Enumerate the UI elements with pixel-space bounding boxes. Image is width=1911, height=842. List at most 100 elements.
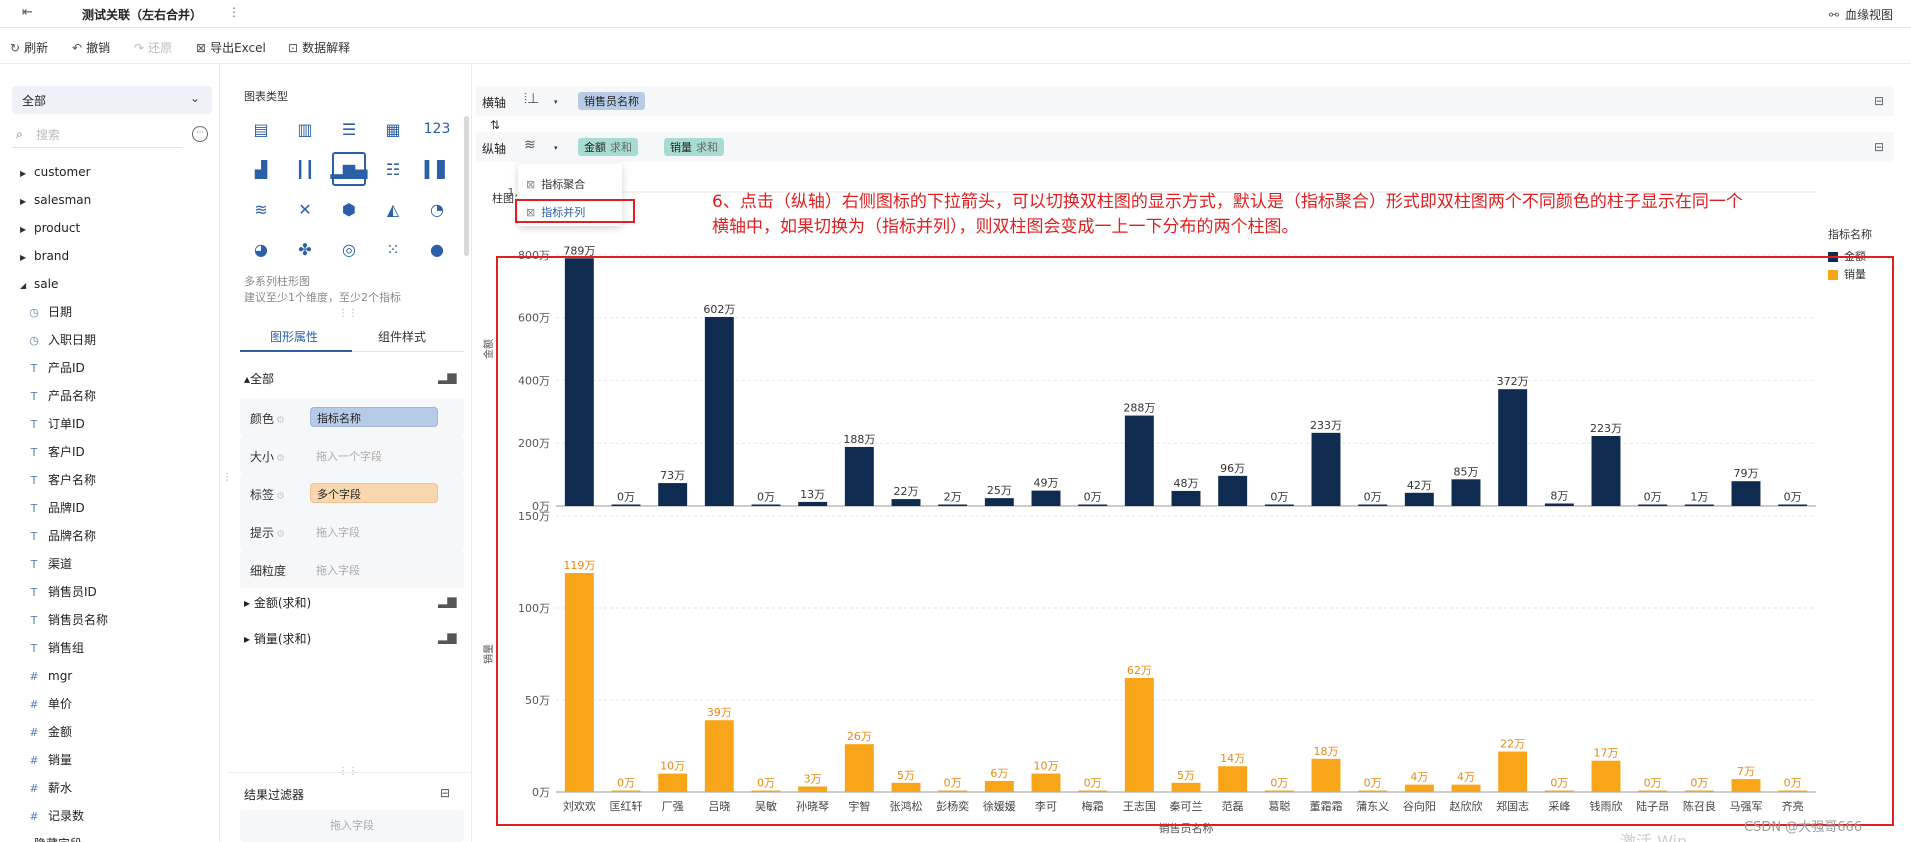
- field-group[interactable]: ▶ 隐藏字段: [0, 830, 218, 842]
- field-item[interactable]: T 销售组: [0, 634, 218, 662]
- color-field-chip[interactable]: 指标名称: [310, 407, 438, 427]
- tag-field-chip[interactable]: 多个字段: [310, 483, 438, 503]
- stacked-bar-icon[interactable]: ▟: [244, 152, 278, 186]
- bubble-chart-icon[interactable]: ●: [420, 232, 454, 266]
- explain-icon: ⊡: [288, 41, 299, 55]
- area-chart-icon[interactable]: ◭: [376, 192, 410, 226]
- export-excel-button[interactable]: ⊠ 导出Excel: [196, 39, 266, 56]
- field-item[interactable]: T 销售员ID: [0, 578, 218, 606]
- field-item[interactable]: ◷ 入职日期: [0, 326, 218, 354]
- swap-axes-icon[interactable]: ⇅: [490, 118, 500, 132]
- line-chart-icon[interactable]: ≋: [244, 192, 278, 226]
- menu-item-metric-aggregate[interactable]: ⊠ 指标聚合: [526, 176, 585, 192]
- radar-line-icon[interactable]: ✕: [288, 192, 322, 226]
- field-item[interactable]: T 产品ID: [0, 354, 218, 382]
- chart-type-scrollbar[interactable]: [464, 116, 469, 256]
- field-group[interactable]: ▶ customer: [0, 158, 218, 186]
- lock-icon[interactable]: ⊟: [440, 786, 450, 800]
- detail-table-icon[interactable]: ☰: [332, 112, 366, 146]
- redo-button[interactable]: ↷ 还原: [134, 39, 172, 56]
- more-icon[interactable]: ⋮: [228, 5, 240, 19]
- column-line-icon[interactable]: ▍▋: [420, 152, 454, 186]
- rose-chart-icon[interactable]: ✤: [288, 232, 322, 266]
- lineage-view-button[interactable]: ⚯ 血缘视图: [1829, 6, 1893, 23]
- y-axis-title: 金额: [482, 339, 495, 359]
- measure-qty-toggle[interactable]: ▸ 销量(求和): [244, 630, 311, 647]
- number-field-icon: #: [29, 670, 39, 683]
- field-item[interactable]: T 品牌名称: [0, 522, 218, 550]
- column-chart-small-icon[interactable]: ▂▆: [438, 594, 456, 608]
- highlight-frame: [515, 199, 635, 223]
- field-item[interactable]: T 销售员名称: [0, 606, 218, 634]
- search-more-icon[interactable]: ···: [192, 126, 208, 142]
- tab-graphic-props[interactable]: 图形属性: [270, 328, 318, 345]
- lock-icon[interactable]: ⊟: [1874, 140, 1884, 154]
- settings-icon[interactable]: ⚙: [276, 491, 285, 502]
- field-label: customer: [34, 165, 91, 179]
- field-group[interactable]: ▶ brand: [0, 242, 218, 270]
- lock-icon[interactable]: ⊟: [1874, 94, 1884, 108]
- settings-icon[interactable]: ⚙: [276, 453, 285, 464]
- y-axis-mode-icon[interactable]: ≋: [524, 137, 536, 153]
- x-axis-icon[interactable]: ⦙⊥: [524, 91, 539, 107]
- tip-label: 提示 ⚙: [250, 524, 285, 541]
- grain-drop-zone[interactable]: 拖入字段: [316, 562, 360, 578]
- x-axis-field-chip[interactable]: 销售员名称: [578, 92, 645, 110]
- field-item[interactable]: # 金额: [0, 718, 218, 746]
- refresh-button[interactable]: ↻ 刷新: [10, 39, 48, 56]
- field-item[interactable]: T 客户ID: [0, 438, 218, 466]
- field-item[interactable]: # 薪水: [0, 774, 218, 802]
- field-item[interactable]: # mgr: [0, 662, 218, 690]
- number-field-icon: #: [29, 754, 39, 767]
- column-chart-small-icon[interactable]: ▂▆: [438, 370, 456, 384]
- field-item[interactable]: T 客户名称: [0, 466, 218, 494]
- search-icon: ⌕: [16, 127, 23, 141]
- tip-drop-zone[interactable]: 拖入字段: [316, 524, 360, 540]
- ring-chart-icon[interactable]: ◎: [332, 232, 366, 266]
- kpi-number-icon[interactable]: 123: [420, 112, 454, 146]
- settings-icon[interactable]: ⚙: [276, 529, 285, 540]
- undo-button[interactable]: ↶ 撤销: [72, 39, 110, 56]
- card-chart-icon[interactable]: ▦: [376, 112, 410, 146]
- field-item[interactable]: # 销量: [0, 746, 218, 774]
- tab-component-style[interactable]: 组件样式: [378, 328, 426, 345]
- field-item[interactable]: # 记录数: [0, 802, 218, 830]
- field-group[interactable]: ▶ product: [0, 214, 218, 242]
- grouped-column-icon[interactable]: ┃┃: [288, 152, 322, 186]
- field-label: 渠道: [48, 557, 73, 571]
- multi-series-column-icon[interactable]: ▂▆▄: [331, 152, 367, 186]
- size-drop-zone[interactable]: 拖入一个字段: [316, 448, 382, 464]
- column-chart-small-icon[interactable]: ▂▆: [438, 630, 456, 644]
- field-item[interactable]: T 渠道: [0, 550, 218, 578]
- pie-chart-icon[interactable]: ◕: [244, 232, 278, 266]
- field-item[interactable]: # 单价: [0, 690, 218, 718]
- caret-down-icon[interactable]: ▾: [554, 98, 558, 106]
- gauge-chart-icon[interactable]: ◔: [420, 192, 454, 226]
- field-group[interactable]: ◢ sale: [0, 270, 218, 298]
- crosstab-chart-icon[interactable]: ▥: [288, 112, 322, 146]
- y-axis-field-chip-amount[interactable]: 金额 求和: [578, 138, 638, 156]
- table-chart-icon[interactable]: ▤: [244, 112, 278, 146]
- field-item[interactable]: T 品牌ID: [0, 494, 218, 522]
- field-group[interactable]: ▶ salesman: [0, 186, 218, 214]
- chevron-down-icon: ⌄: [189, 91, 200, 105]
- hexagon-chart-icon[interactable]: ⬢: [332, 192, 366, 226]
- caret-down-icon[interactable]: ▾: [554, 144, 558, 152]
- field-item[interactable]: T 订单ID: [0, 410, 218, 438]
- lineage-label: 血缘视图: [1844, 8, 1893, 22]
- caret-right-icon: ▶: [20, 197, 27, 206]
- filter-drop-zone[interactable]: 拖入字段: [240, 810, 464, 842]
- settings-icon[interactable]: ⚙: [276, 415, 285, 426]
- search-input[interactable]: [36, 126, 176, 144]
- field-item[interactable]: T 产品名称: [0, 382, 218, 410]
- y-axis-field-chip-qty[interactable]: 销量 求和: [664, 138, 724, 156]
- scatter-chart-icon[interactable]: ⁙: [376, 232, 410, 266]
- horizontal-bar-icon[interactable]: ☷: [376, 152, 410, 186]
- measure-amount-toggle[interactable]: ▸ 金额(求和): [244, 594, 311, 611]
- all-series-toggle[interactable]: ▴全部: [244, 370, 274, 387]
- back-icon[interactable]: ⇤: [22, 6, 36, 20]
- highlight-frame: [496, 256, 1894, 826]
- field-item[interactable]: ◷ 日期: [0, 298, 218, 326]
- data-explain-button[interactable]: ⊡ 数据解释: [288, 39, 350, 56]
- dataset-select[interactable]: 全部 ⌄: [12, 86, 212, 114]
